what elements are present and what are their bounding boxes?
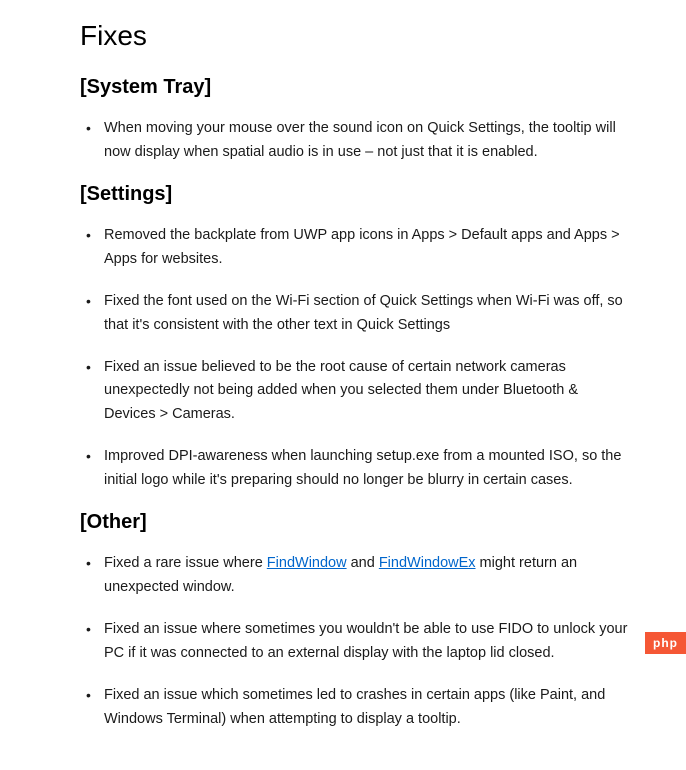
- list-item-text: Improved DPI-awareness when launching se…: [104, 448, 621, 488]
- list-item-text: Fixed a rare issue where: [104, 555, 267, 571]
- list-item-text: and: [347, 555, 379, 571]
- content-link[interactable]: FindWindow: [267, 555, 347, 571]
- section-list: When moving your mouse over the sound ic…: [80, 117, 631, 165]
- content-container: [System Tray] When moving your mouse over…: [80, 76, 631, 732]
- list-item-text: Removed the backplate from UWP app icons…: [104, 227, 620, 267]
- list-item: Improved DPI-awareness when launching se…: [80, 445, 631, 493]
- list-item: Fixed an issue which sometimes led to cr…: [80, 684, 631, 732]
- watermark-badge: php: [645, 632, 686, 654]
- section-heading: [System Tray]: [80, 76, 631, 99]
- section-list: Removed the backplate from UWP app icons…: [80, 224, 631, 493]
- list-item: Fixed the font used on the Wi-Fi section…: [80, 290, 631, 338]
- list-item: Removed the backplate from UWP app icons…: [80, 224, 631, 272]
- list-item-text: Fixed an issue where sometimes you would…: [104, 621, 627, 661]
- section-heading: [Settings]: [80, 183, 631, 206]
- list-item-text: Fixed the font used on the Wi-Fi section…: [104, 293, 623, 333]
- list-item-text: Fixed an issue which sometimes led to cr…: [104, 687, 605, 727]
- list-item: When moving your mouse over the sound ic…: [80, 117, 631, 165]
- section-heading: [Other]: [80, 511, 631, 534]
- list-item: Fixed a rare issue where FindWindow and …: [80, 552, 631, 600]
- section-list: Fixed a rare issue where FindWindow and …: [80, 552, 631, 732]
- page-title: Fixes: [80, 20, 631, 52]
- list-item-text: When moving your mouse over the sound ic…: [104, 120, 616, 160]
- list-item-text: Fixed an issue believed to be the root c…: [104, 359, 578, 423]
- list-item: Fixed an issue where sometimes you would…: [80, 618, 631, 666]
- content-link[interactable]: FindWindowEx: [379, 555, 476, 571]
- list-item: Fixed an issue believed to be the root c…: [80, 356, 631, 428]
